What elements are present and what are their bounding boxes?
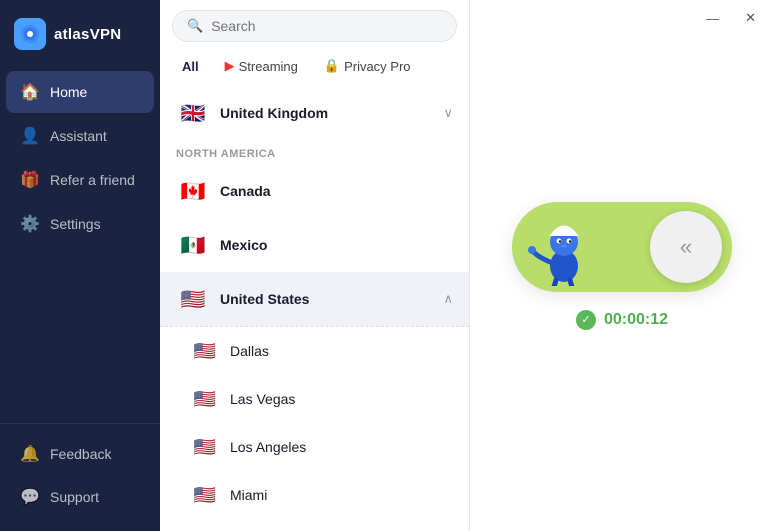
assistant-icon: 👤	[20, 126, 40, 146]
sidebar-item-home[interactable]: 🏠 Home	[6, 71, 154, 113]
sidebar-bottom: 🔔 Feedback 💬 Support	[0, 423, 160, 531]
close-button[interactable]: ✕	[739, 8, 762, 28]
sidebar-item-support[interactable]: 💬 Support	[6, 476, 154, 518]
sidebar-item-feedback-label: Feedback	[50, 446, 111, 462]
sidebar-nav: 🏠 Home 👤 Assistant 🎁 Refer a friend ⚙️ S…	[0, 64, 160, 423]
miami-name: Miami	[230, 487, 267, 503]
los-angeles-flag: 🇺🇸	[190, 432, 220, 462]
us-chevron: ∧	[443, 291, 453, 307]
timer-row: ✓ 00:00:12	[576, 310, 668, 330]
us-name: United States	[220, 291, 433, 307]
sidebar-item-settings-label: Settings	[50, 216, 101, 232]
streaming-icon: ▶	[225, 58, 235, 74]
logo-icon	[14, 18, 46, 50]
uk-name: United Kingdom	[220, 105, 433, 121]
location-item-mexico[interactable]: 🇲🇽 Mexico	[160, 218, 469, 272]
right-panel: « ✓ 00:00:12	[470, 0, 774, 531]
mascot-area	[526, 208, 606, 286]
canada-name: Canada	[220, 183, 453, 199]
vpn-toggle-pill[interactable]: «	[512, 202, 732, 292]
location-item-uk[interactable]: 🇬🇧 United Kingdom ∨	[160, 86, 469, 140]
las-vegas-name: Las Vegas	[230, 391, 295, 407]
logo-area: atlasVPN	[0, 0, 160, 64]
sub-location-los-angeles[interactable]: 🇺🇸 Los Angeles	[160, 423, 469, 471]
support-icon: 💬	[20, 487, 40, 507]
search-input[interactable]	[211, 18, 442, 34]
sub-location-more[interactable]: 🇺🇸 ⋯	[160, 519, 469, 531]
canada-flag: 🇨🇦	[176, 174, 210, 208]
location-list: 🇬🇧 United Kingdom ∨ North America 🇨🇦 Can…	[160, 86, 469, 531]
search-box: 🔍	[172, 10, 457, 42]
connected-check-icon: ✓	[576, 310, 596, 330]
logo-text: atlasVPN	[54, 26, 121, 43]
location-item-canada[interactable]: 🇨🇦 Canada	[160, 164, 469, 218]
vpn-toggle-area: « ✓ 00:00:12	[512, 202, 732, 330]
search-wrapper: 🔍	[160, 0, 469, 50]
sub-location-miami[interactable]: 🇺🇸 Miami	[160, 471, 469, 519]
chevron-left-icon: «	[680, 234, 692, 260]
sidebar: atlasVPN 🏠 Home 👤 Assistant 🎁 Refer a fr…	[0, 0, 160, 531]
location-item-us[interactable]: 🇺🇸 United States ∧	[160, 272, 469, 326]
sidebar-item-home-label: Home	[50, 84, 87, 100]
sidebar-item-assistant[interactable]: 👤 Assistant	[6, 115, 154, 157]
sidebar-item-feedback[interactable]: 🔔 Feedback	[6, 433, 154, 475]
sidebar-item-refer-label: Refer a friend	[50, 172, 135, 188]
home-icon: 🏠	[20, 82, 40, 102]
location-panel: 🔍 All ▶ Streaming 🔒 Privacy Pro 🇬🇧 Unite…	[160, 0, 470, 531]
sidebar-item-support-label: Support	[50, 489, 99, 505]
los-angeles-name: Los Angeles	[230, 439, 306, 455]
dallas-name: Dallas	[230, 343, 269, 359]
uk-chevron: ∨	[443, 105, 453, 121]
filter-tab-streaming[interactable]: ▶ Streaming	[215, 54, 308, 78]
sidebar-item-settings[interactable]: ⚙️ Settings	[6, 203, 154, 245]
us-flag: 🇺🇸	[176, 282, 210, 316]
sidebar-item-refer[interactable]: 🎁 Refer a friend	[6, 159, 154, 201]
settings-icon: ⚙️	[20, 214, 40, 234]
mexico-flag: 🇲🇽	[176, 228, 210, 262]
filter-tab-privacy-pro[interactable]: 🔒 Privacy Pro	[314, 54, 421, 78]
filter-tabs: All ▶ Streaming 🔒 Privacy Pro	[160, 50, 469, 86]
section-north-america: North America	[160, 140, 469, 164]
title-bar: — ✕	[688, 0, 774, 32]
vpn-timer: 00:00:12	[604, 311, 668, 329]
privacy-pro-icon: 🔒	[324, 58, 340, 74]
miami-flag: 🇺🇸	[190, 480, 220, 510]
toggle-button[interactable]: «	[650, 211, 722, 283]
dallas-flag: 🇺🇸	[190, 336, 220, 366]
sidebar-item-assistant-label: Assistant	[50, 128, 107, 144]
minimize-button[interactable]: —	[700, 9, 725, 28]
main-area: — ✕ 🔍 All ▶ Streaming 🔒 Privacy Pro	[160, 0, 774, 531]
feedback-icon: 🔔	[20, 444, 40, 464]
sub-location-dallas[interactable]: 🇺🇸 Dallas	[160, 327, 469, 375]
search-icon: 🔍	[187, 18, 203, 34]
sub-location-las-vegas[interactable]: 🇺🇸 Las Vegas	[160, 375, 469, 423]
uk-flag: 🇬🇧	[176, 96, 210, 130]
us-sub-locations: 🇺🇸 Dallas 🇺🇸 Las Vegas 🇺🇸 Los Angeles 🇺🇸…	[160, 326, 469, 531]
filter-tab-all[interactable]: All	[172, 55, 209, 78]
refer-icon: 🎁	[20, 170, 40, 190]
mexico-name: Mexico	[220, 237, 453, 253]
las-vegas-flag: 🇺🇸	[190, 384, 220, 414]
